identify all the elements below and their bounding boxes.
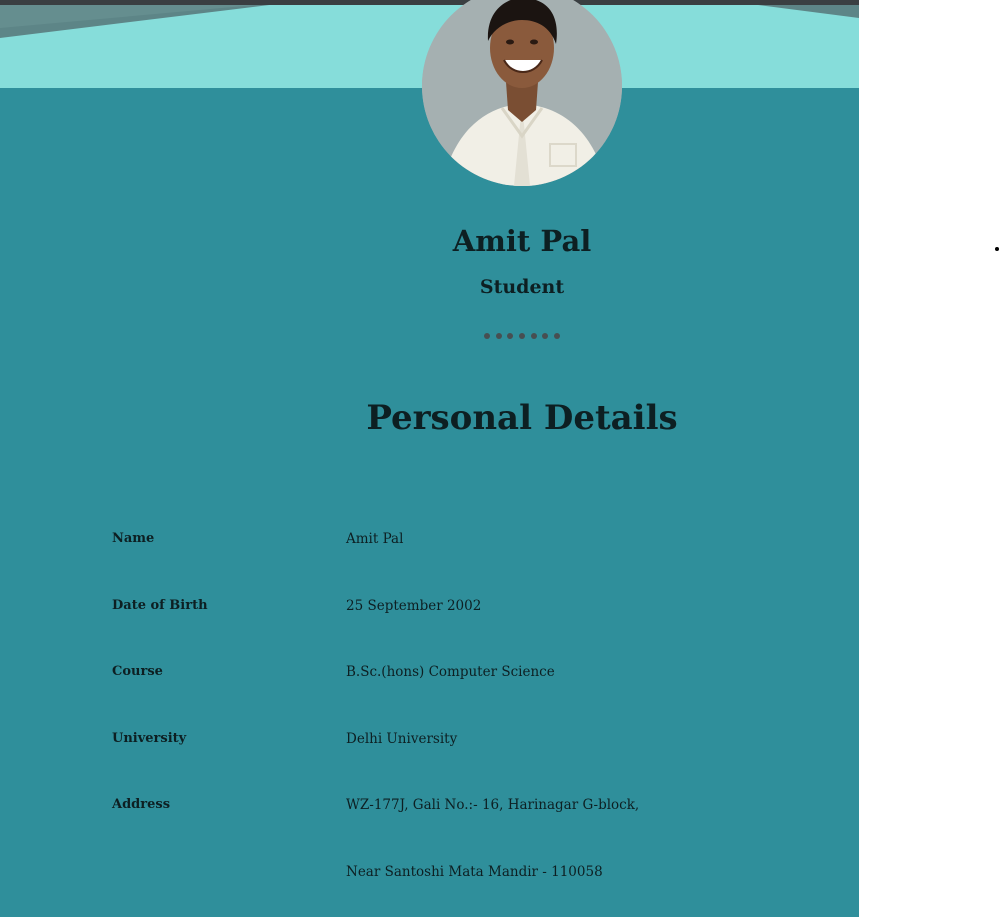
divider-dot [542,333,549,339]
divider-dots [0,333,859,339]
detail-value-dob: 25 September 2002 [346,598,482,614]
list-bullet [995,247,999,251]
detail-value-address-line2: Near Santoshi Mata Mandir - 110058 [346,864,603,880]
profile-photo [422,0,622,186]
detail-value-university: Delhi University [346,731,458,747]
divider-dot [553,333,560,339]
profile-page: Amit Pal Student Personal Details Name A… [0,0,859,917]
detail-label-dob: Date of Birth [112,598,208,613]
detail-label-university: University [112,731,187,746]
person-photo-icon [422,0,622,186]
profile-name: Amit Pal [452,224,592,258]
top-bar [0,0,859,5]
divider-dot [507,333,514,339]
divider-dot [519,333,525,339]
detail-value-address-line1: WZ-177J, Gali No.:- 16, Harinagar G-bloc… [346,797,640,813]
divider-dot [484,333,491,339]
detail-value-name: Amit Pal [346,531,404,547]
section-title-personal-details: Personal Details [366,398,678,438]
divider-dot [530,333,537,339]
detail-value-course: B.Sc.(hons) Computer Science [346,664,555,680]
divider-dot [495,333,502,339]
detail-label-course: Course [112,664,163,679]
profile-role: Student [479,276,565,298]
detail-label-address: Address [112,797,171,812]
detail-label-name: Name [112,531,155,546]
